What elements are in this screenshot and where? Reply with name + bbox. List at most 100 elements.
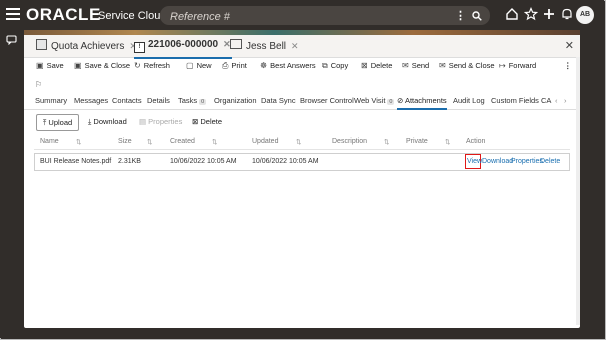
- paperclip-icon: ⊘: [397, 96, 405, 105]
- send-icon: ✉: [402, 61, 409, 70]
- download-link[interactable]: Download: [482, 158, 513, 165]
- search-options-icon[interactable]: ⋮: [455, 9, 466, 22]
- send-close-icon: ✉: [439, 61, 446, 70]
- send-close-button[interactable]: ✉ Send & Close: [439, 61, 495, 70]
- new-icon: ▢: [186, 61, 194, 70]
- print-button[interactable]: ⎙ Print: [222, 61, 247, 71]
- report-icon: [36, 39, 47, 50]
- tabs-scroll-left-icon[interactable]: ‹: [555, 96, 558, 105]
- avatar[interactable]: AB: [576, 6, 594, 24]
- new-button[interactable]: ▢ New: [186, 61, 212, 70]
- tab-messages[interactable]: Messages: [74, 96, 108, 105]
- col-name[interactable]: Name: [40, 138, 59, 145]
- file-size: 2.31KB: [118, 158, 141, 165]
- best-answers-button[interactable]: ☸ Best Answers: [260, 61, 316, 70]
- table-row[interactable]: BUI Release Notes.pdf 2.31KB 10/06/2022 …: [34, 153, 570, 171]
- close-tab-icon[interactable]: ✕: [291, 41, 299, 51]
- star-icon[interactable]: [523, 6, 539, 21]
- save-icon: ▣: [36, 61, 44, 70]
- delete-icon: ⊠: [361, 61, 368, 70]
- refresh-icon: ↻: [134, 61, 141, 70]
- tab-audit-log[interactable]: Audit Log: [453, 96, 485, 105]
- notifications-icon[interactable]: [560, 7, 574, 21]
- tab-browser-control[interactable]: Browser Control: [300, 96, 354, 105]
- sort-icon[interactable]: ⇅: [76, 138, 81, 146]
- sort-icon[interactable]: ⇅: [212, 138, 217, 146]
- tab-data-sync[interactable]: Data Sync: [261, 96, 296, 105]
- save-button[interactable]: ▣ Save: [36, 61, 64, 70]
- tab-contacts[interactable]: Contacts: [112, 96, 142, 105]
- flag-icon[interactable]: ⚐: [35, 80, 42, 89]
- search-input[interactable]: [168, 8, 442, 25]
- view-link[interactable]: View: [467, 158, 482, 165]
- properties-link[interactable]: Properties: [511, 158, 543, 165]
- bottom-border: [24, 328, 580, 338]
- tab-details[interactable]: Details: [147, 96, 170, 105]
- menu-icon[interactable]: [6, 8, 20, 20]
- tab-incident[interactable]: ! 221006-000000 ✕: [134, 39, 232, 59]
- tab-label: 221006-000000: [148, 39, 219, 50]
- file-name: BUI Release Notes.pdf: [40, 158, 112, 165]
- chat-icon[interactable]: [6, 32, 17, 50]
- refresh-button[interactable]: ↻ Refresh: [134, 61, 170, 70]
- tab-custom-fields[interactable]: Custom Fields: [491, 96, 539, 105]
- properties-button[interactable]: ▤ Properties: [139, 114, 182, 129]
- tab-summary[interactable]: Summary: [35, 96, 67, 105]
- upload-button[interactable]: ⤒ Upload: [36, 114, 80, 131]
- delete-button[interactable]: ⊠ Delete: [361, 61, 392, 70]
- tab-web-visit[interactable]: Web Visit 0: [354, 96, 395, 105]
- more-options-icon[interactable]: ⋮: [564, 61, 572, 70]
- download-button[interactable]: ⤓ Download: [88, 114, 127, 129]
- best-answers-icon: ☸: [260, 61, 268, 70]
- record-toolbar: ▣ Save ▣ Save & Close ↻ Refresh ▢ New ⎙ Print…: [24, 58, 580, 76]
- updated-date: 10/06/2022 10:05 AM: [252, 158, 319, 165]
- col-description[interactable]: Description: [332, 138, 367, 145]
- properties-icon: ▤: [139, 117, 149, 126]
- product-name: Service Cloud: [98, 10, 167, 22]
- save-close-icon: ▣: [74, 61, 82, 70]
- search-box: ⋮: [160, 6, 490, 25]
- forward-button[interactable]: ↦ Forward: [499, 61, 536, 70]
- delete-link[interactable]: Delete: [540, 158, 560, 165]
- sort-icon[interactable]: ⇅: [147, 138, 152, 146]
- tab-tasks[interactable]: Tasks 0: [178, 96, 207, 105]
- tasks-count-badge: 0: [199, 99, 207, 105]
- contact-icon: [230, 39, 242, 49]
- top-bar: ORACLE Service Cloud ⋮ AB: [0, 0, 604, 30]
- col-action: Action: [466, 138, 486, 145]
- close-panel-icon[interactable]: ✕: [565, 39, 574, 52]
- tab-organization[interactable]: Organization: [214, 96, 257, 105]
- tab-ca[interactable]: CA: [541, 96, 551, 105]
- col-private[interactable]: Private: [406, 138, 428, 145]
- tab-label: Jess Bell: [246, 41, 287, 52]
- sort-icon[interactable]: ⇅: [445, 138, 450, 146]
- vertical-scrollbar[interactable]: [576, 57, 580, 325]
- table-header: Name ⇅ Size ⇅ Created ⇅ Updated ⇅ Descri…: [34, 135, 570, 150]
- forward-icon: ↦: [499, 61, 506, 70]
- web-visit-count-badge: 0: [387, 99, 395, 105]
- search-icon[interactable]: [472, 8, 482, 26]
- tab-quota-achievers[interactable]: Quota Achievers✕: [36, 39, 137, 57]
- save-close-button[interactable]: ▣ Save & Close: [74, 61, 130, 70]
- left-rail: [0, 30, 24, 338]
- tab-label: Quota Achievers: [51, 41, 125, 52]
- record-tab-bar: Quota Achievers✕ !221006-000000✕ Jess Be…: [24, 35, 580, 59]
- tabs-scroll-right-icon[interactable]: ›: [564, 96, 567, 105]
- col-created[interactable]: Created: [170, 138, 195, 145]
- print-icon: ⎙: [222, 61, 229, 70]
- oracle-logo: ORACLE: [26, 5, 101, 24]
- sort-icon[interactable]: ⇅: [384, 138, 389, 146]
- attachment-delete-button[interactable]: ⊠ Delete: [192, 114, 222, 129]
- main-panel: Quota Achievers✕ !221006-000000✕ Jess Be…: [24, 35, 580, 328]
- copy-button[interactable]: ⧉ Copy: [322, 61, 348, 71]
- add-icon[interactable]: [542, 7, 556, 21]
- sort-icon[interactable]: ⇅: [296, 138, 301, 146]
- incident-icon: !: [134, 42, 145, 53]
- tab-attachments[interactable]: ⊘ Attachments: [397, 96, 447, 110]
- send-button[interactable]: ✉ Send: [402, 61, 429, 70]
- col-updated[interactable]: Updated: [252, 138, 278, 145]
- col-size[interactable]: Size: [118, 138, 132, 145]
- tab-jess-bell[interactable]: Jess Bell ✕: [230, 39, 299, 57]
- copy-icon: ⧉: [322, 61, 328, 70]
- home-icon[interactable]: [505, 7, 519, 21]
